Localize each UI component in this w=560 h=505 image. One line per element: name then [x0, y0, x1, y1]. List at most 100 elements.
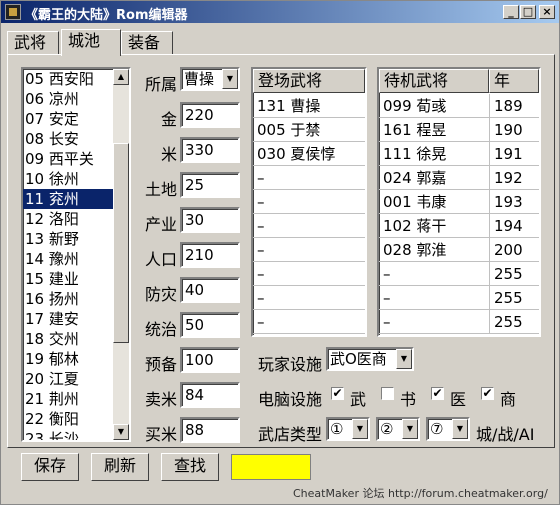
table-row[interactable]: 001 韦康 193 [379, 190, 539, 214]
checkbox-wu-label: 武 [350, 390, 367, 409]
shop-type-ai-combo[interactable]: ⑦ ▼ [426, 417, 470, 441]
table-row[interactable]: 131 曹操 [253, 94, 365, 118]
refresh-button[interactable]: 刷新 [91, 453, 149, 481]
scroll-thumb[interactable] [113, 143, 129, 343]
land-label: 土地 [144, 180, 177, 199]
table-cell: 194 [489, 214, 539, 238]
table-row[interactable]: 028 郭淮 200 [379, 238, 539, 262]
table-row[interactable]: – [253, 166, 365, 190]
owner-label: 所属 [144, 75, 177, 94]
table-row[interactable]: – [253, 190, 365, 214]
table-row[interactable]: 030 夏侯惇 [253, 142, 365, 166]
table-row[interactable]: 005 于禁 [253, 118, 365, 142]
waiting-header-name[interactable]: 待机武将 [379, 69, 489, 93]
table-row[interactable]: – [253, 214, 365, 238]
table-row[interactable]: – [253, 262, 365, 286]
save-button[interactable]: 保存 [21, 453, 79, 481]
city-listbox[interactable]: 05 西安阳 06 凉州 07 安定 08 长安 09 西平关 10 徐州 11 兖州 12 … [21, 67, 131, 442]
title-bar: 《霸王的大陆》Rom编辑器 _ □ × [1, 1, 559, 23]
chevron-down-icon[interactable]: ▼ [222, 69, 238, 89]
tab-cities[interactable]: 城池 [61, 29, 121, 56]
shop-type-city-value: ① [330, 420, 344, 438]
table-cell: 131 曹操 [253, 94, 365, 118]
gold-field[interactable]: 220 [180, 102, 240, 128]
forum-footer: CheatMaker 论坛 http://forum.cheatmaker.or… [293, 487, 548, 500]
table-cell: – [253, 238, 365, 262]
close-button[interactable]: × [539, 5, 555, 19]
checkbox-shang-label: 商 [500, 390, 517, 409]
land-field[interactable]: 25 [180, 172, 240, 198]
buy-rice-field[interactable]: 88 [180, 417, 240, 443]
reserve-label: 预备 [144, 355, 177, 374]
table-cell: 005 于禁 [253, 118, 365, 142]
table-row[interactable]: 099 荀彧 189 [379, 94, 539, 118]
shop-type-suffix: 城/战/AI [476, 425, 535, 444]
table-cell: – [253, 214, 365, 238]
table-row[interactable]: –255 [379, 286, 539, 310]
scroll-down-icon[interactable]: ▼ [113, 424, 129, 440]
table-row[interactable]: –255 [379, 262, 539, 286]
find-button[interactable]: 查找 [161, 453, 219, 481]
shop-type-city-combo[interactable]: ① ▼ [326, 417, 370, 441]
enlisted-header[interactable]: 登场武将 [253, 69, 365, 93]
table-cell: – [253, 262, 365, 286]
chevron-down-icon[interactable]: ▼ [396, 349, 412, 369]
table-cell: – [253, 190, 365, 214]
checkbox-yi[interactable]: ✔ [431, 387, 444, 400]
table-row[interactable]: 102 蒋干 194 [379, 214, 539, 238]
table-row[interactable]: – [253, 286, 365, 310]
sell-rice-label: 卖米 [144, 390, 177, 409]
population-field[interactable]: 210 [180, 242, 240, 268]
status-color-swatch [231, 454, 311, 480]
population-label: 人口 [144, 250, 177, 269]
table-cell: 190 [489, 118, 539, 142]
enlisted-generals-table[interactable]: 登场武将 131 曹操 005 于禁 030 夏侯惇 – – – – – – – [251, 67, 367, 337]
table-row[interactable]: – [253, 310, 365, 334]
minimize-button[interactable]: _ [503, 5, 519, 19]
table-row[interactable]: 161 程昱 190 [379, 118, 539, 142]
table-row[interactable]: –255 [379, 310, 539, 334]
rice-field[interactable]: 330 [180, 137, 240, 163]
shop-type-battle-combo[interactable]: ② ▼ [376, 417, 420, 441]
owner-combo[interactable]: 曹操 ▼ [180, 67, 240, 91]
editor-window: 《霸王的大陆》Rom编辑器 _ □ × 武将 城池 装备 05 西安阳 06 凉州… [0, 0, 560, 505]
sell-rice-field[interactable]: 84 [180, 382, 240, 408]
maximize-button[interactable]: □ [520, 5, 536, 19]
chevron-down-icon[interactable]: ▼ [452, 419, 468, 439]
checkbox-shu[interactable] [381, 387, 394, 400]
industry-field[interactable]: 30 [180, 207, 240, 233]
window-title: 《霸王的大陆》Rom编辑器 [25, 8, 188, 23]
scroll-up-icon[interactable]: ▲ [113, 69, 129, 85]
checkbox-shang[interactable]: ✔ [481, 387, 494, 400]
player-facility-combo[interactable]: 武O医商 ▼ [326, 347, 414, 371]
table-row[interactable]: 111 徐晃 191 [379, 142, 539, 166]
chevron-down-icon[interactable]: ▼ [402, 419, 418, 439]
waiting-generals-table[interactable]: 待机武将 年 099 荀彧 189 161 程昱 190 111 徐晃 191 024 郭嘉… [377, 67, 541, 337]
gold-label: 金 [160, 110, 177, 129]
city-list-scrollbar[interactable]: ▲ ▼ [113, 69, 129, 440]
table-row[interactable]: – [253, 238, 365, 262]
waiting-header-year[interactable]: 年 [489, 69, 539, 93]
tab-equipment[interactable]: 装备 [121, 31, 173, 55]
shop-type-battle-value: ② [380, 420, 394, 438]
disaster-field[interactable]: 40 [180, 277, 240, 303]
player-facility-label: 玩家设施 [258, 355, 323, 374]
table-cell: 024 郭嘉 [379, 166, 489, 190]
table-cell: 255 [489, 310, 539, 334]
table-row[interactable]: 024 郭嘉 192 [379, 166, 539, 190]
app-icon [5, 4, 21, 20]
table-cell: 189 [489, 94, 539, 118]
table-cell: – [379, 262, 489, 286]
player-facility-value: 武O医商 [330, 350, 387, 368]
table-cell: 099 荀彧 [379, 94, 489, 118]
governance-field[interactable]: 50 [180, 312, 240, 338]
ai-facility-label: 电脑设施 [258, 390, 323, 409]
reserve-field[interactable]: 100 [180, 347, 240, 373]
check-mark-icon: ✔ [432, 386, 443, 400]
table-cell: 028 郭淮 [379, 238, 489, 262]
table-cell: 001 韦康 [379, 190, 489, 214]
check-mark-icon: ✔ [482, 386, 493, 400]
checkbox-wu[interactable]: ✔ [331, 387, 344, 400]
tab-generals[interactable]: 武将 [7, 31, 59, 55]
chevron-down-icon[interactable]: ▼ [352, 419, 368, 439]
